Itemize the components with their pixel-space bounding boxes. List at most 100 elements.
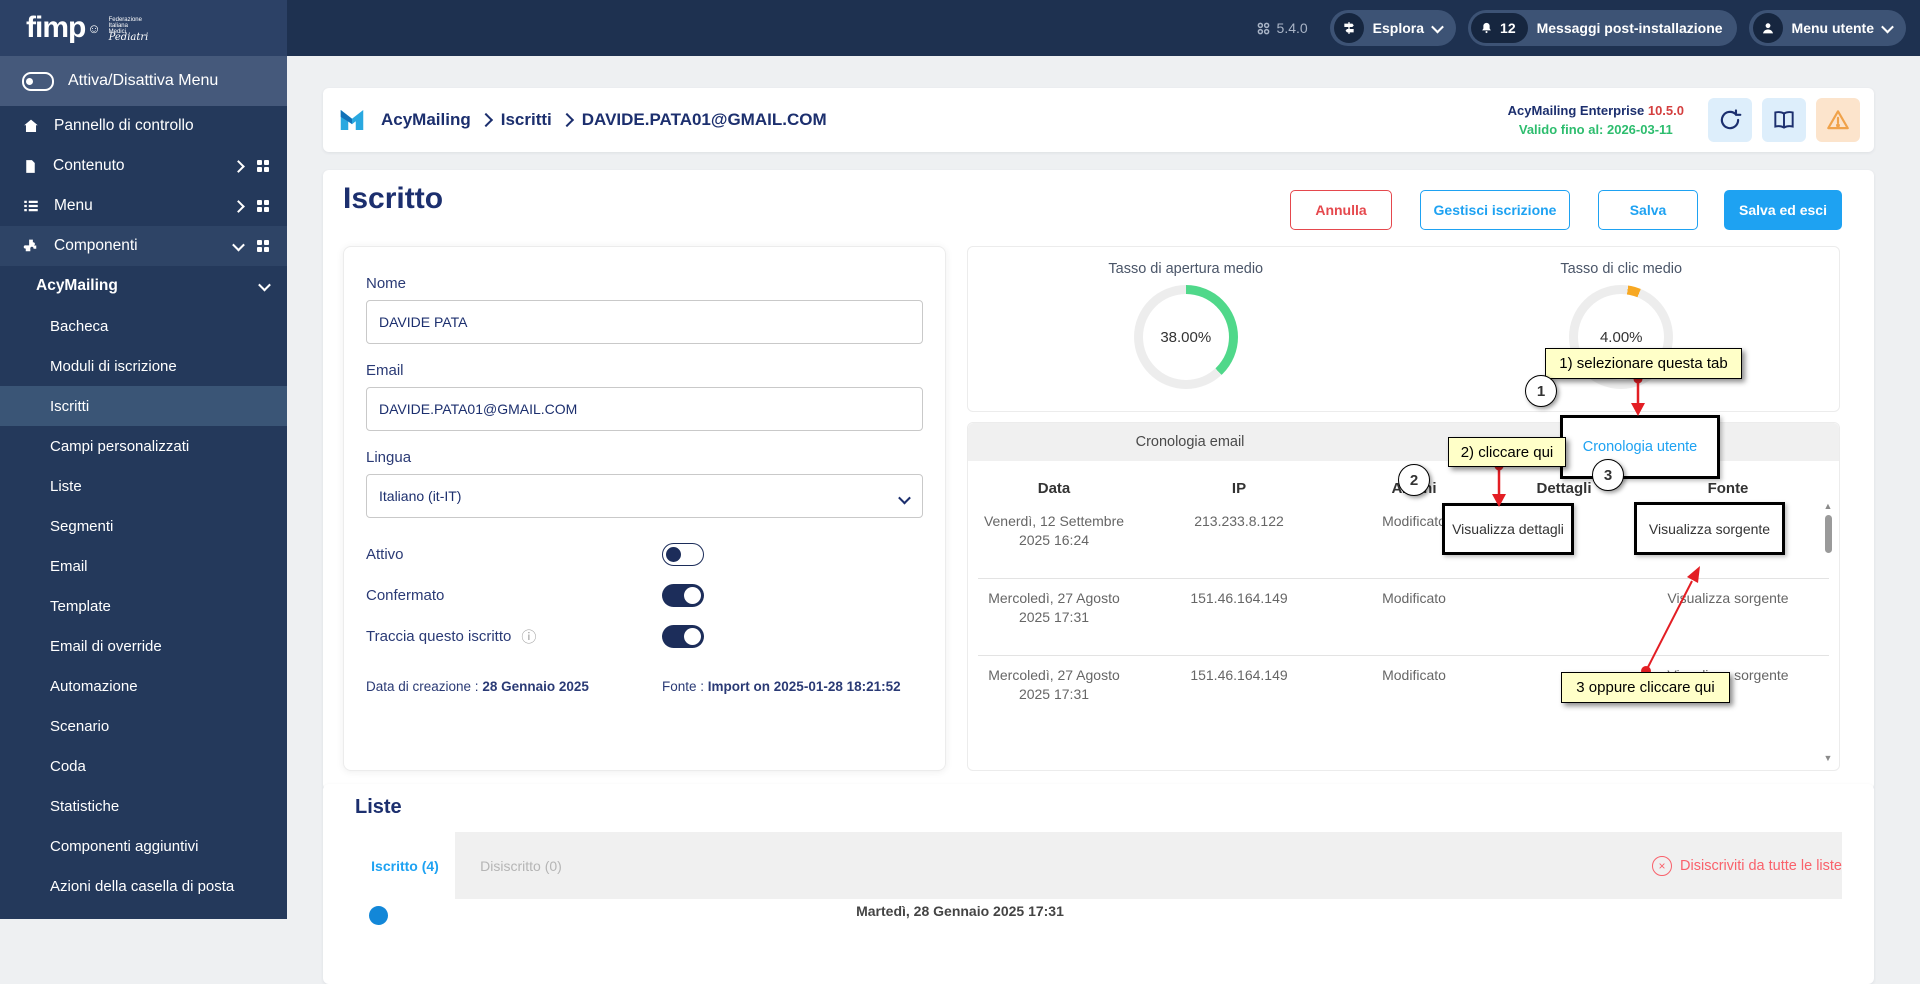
annotation-step-1: 1	[1525, 375, 1557, 407]
explore-menu-button[interactable]: Esplora	[1329, 10, 1457, 46]
acymailing-logo	[337, 105, 367, 135]
tab-cronologia-utente[interactable]: Cronologia utente	[1560, 415, 1720, 479]
sidebar-item-email[interactable]: Email	[0, 546, 287, 586]
language-select[interactable]	[366, 474, 923, 518]
sidebar-item-campi-personalizzati[interactable]: Campi personalizzati	[0, 426, 287, 466]
sidebar-item-azioni-casella-posta[interactable]: Azioni della casella di posta	[0, 866, 287, 906]
documentation-button[interactable]	[1762, 98, 1806, 142]
active-toggle[interactable]	[662, 543, 704, 566]
email-field[interactable]	[366, 387, 923, 431]
table-scrollbar[interactable]: ▲ ▼	[1822, 501, 1834, 763]
warning-button[interactable]	[1816, 98, 1860, 142]
manage-subscription-button[interactable]: Gestisci iscrizione	[1420, 190, 1570, 230]
annotation-callout-2: 2) cliccare qui	[1448, 437, 1566, 467]
notifications-badge: 12	[1471, 13, 1528, 43]
sidebar-item-email-di-override[interactable]: Email di override	[0, 626, 287, 666]
sidebar-item-acymailing[interactable]: AcyMailing	[0, 266, 287, 306]
annotation-step-3: 3	[1592, 459, 1624, 491]
breadcrumb-section-link[interactable]: Iscritti	[501, 110, 552, 130]
chevron-right-icon	[559, 112, 574, 128]
version-label: 5.4.0	[1276, 20, 1308, 36]
open-rate-value: 38.00%	[1160, 328, 1212, 346]
open-rate-donut: 38.00%	[1133, 285, 1238, 389]
sidebar-item-statistiche[interactable]: Statistiche	[0, 786, 287, 826]
document-icon	[22, 158, 39, 175]
annotation-step-2: 2	[1398, 464, 1430, 496]
sidebar-item-coda[interactable]: Coda	[0, 746, 287, 786]
sidebar-item-liste[interactable]: Liste	[0, 466, 287, 506]
tab-iscritto[interactable]: Iscritto (4)	[355, 832, 455, 899]
table-row: Mercoledì, 27 Agosto 2025 17:31 151.46.1…	[968, 579, 1839, 655]
chevron-right-icon	[478, 112, 493, 128]
confirmed-toggle[interactable]	[662, 584, 704, 607]
sidebar-item-contenuto[interactable]: Contenuto	[0, 146, 287, 186]
logo-subtext: Federazione Italiana Medici Pediatri	[108, 16, 149, 43]
column-header-data: Data	[1037, 480, 1071, 497]
toggle-icon	[22, 71, 54, 91]
sidebar-item-pannello-di-controllo[interactable]: Pannello di controllo	[0, 106, 287, 146]
sidebar-item-segmenti[interactable]: Segmenti	[0, 506, 287, 546]
scroll-down-icon[interactable]: ▼	[1824, 753, 1833, 763]
sidebar-item-template[interactable]: Template	[0, 586, 287, 626]
signpost-icon	[1333, 13, 1364, 43]
track-label: Traccia questo iscritto	[366, 628, 512, 645]
chevron-down-icon	[1431, 20, 1444, 33]
scrollbar-thumb[interactable]	[1824, 515, 1832, 553]
click-rate-value: 4.00%	[1599, 328, 1643, 346]
sidebar-item-componenti-aggiuntivi[interactable]: Componenti aggiuntivi	[0, 826, 287, 866]
subscriber-meta: Data di creazione : 28 Gennaio 2025 Font…	[366, 679, 901, 694]
joomla-icon	[1256, 21, 1271, 36]
sidebar-item-automazione[interactable]: Automazione	[0, 666, 287, 706]
breadcrumb: AcyMailing Iscritti DAVIDE.PATA01@GMAIL.…	[381, 110, 827, 130]
messages-count: 12	[1500, 20, 1516, 36]
post-install-messages-button[interactable]: 12 Messaggi post-installazione	[1468, 10, 1737, 46]
chevron-down-icon	[1881, 20, 1894, 33]
annotation-callout-1: 1) selezionare questa tab	[1545, 348, 1742, 379]
view-details-link[interactable]: Visualizza dettagli	[1442, 503, 1574, 555]
bell-icon	[1479, 21, 1494, 36]
sidebar-item-bacheca[interactable]: Bacheca	[0, 306, 287, 346]
sidebar-menu-toggle[interactable]: Attiva/Disattiva Menu	[0, 56, 287, 106]
sidebar-item-componenti[interactable]: Componenti	[0, 226, 287, 266]
refresh-license-button[interactable]	[1708, 98, 1752, 142]
unsubscribe-all-link[interactable]: × Disiscriviti da tutte le liste	[1652, 832, 1842, 899]
user-menu-button[interactable]: Menu utente	[1748, 10, 1906, 46]
track-toggle[interactable]	[662, 625, 704, 648]
column-header-ip: IP	[1231, 480, 1247, 497]
view-source-link[interactable]: Visualizza sorgente	[1634, 502, 1785, 555]
logo-text: fimp	[26, 11, 86, 44]
name-label: Nome	[366, 275, 407, 292]
save-button[interactable]: Salva	[1598, 190, 1698, 230]
scroll-up-icon[interactable]: ▲	[1824, 501, 1833, 511]
cancel-button[interactable]: Annulla	[1290, 190, 1392, 230]
license-info: AcyMailing Enterprise 10.5.0 Valido fino…	[1507, 103, 1684, 137]
sidebar-item-iscritti[interactable]: Iscritti	[0, 386, 287, 426]
breadcrumb-bar: AcyMailing Iscritti DAVIDE.PATA01@GMAIL.…	[323, 88, 1874, 152]
sidebar-item-menu[interactable]: Menu	[0, 186, 287, 226]
lists-title: Liste	[355, 796, 402, 818]
sidebar-item-scenario[interactable]: Scenario	[0, 706, 287, 746]
tab-cronologia-email[interactable]: Cronologia email	[968, 423, 1412, 461]
view-source-link[interactable]: Visualizza sorgente	[1644, 579, 1812, 655]
info-icon[interactable]: ⓘ	[521, 626, 536, 647]
save-and-exit-button[interactable]: Salva ed esci	[1724, 190, 1842, 230]
puzzle-icon	[22, 237, 40, 255]
stats-panel: Tasso di apertura medio 38.00% Tasso di …	[967, 246, 1840, 412]
tab-disiscritto[interactable]: Disiscritto (0)	[466, 832, 576, 899]
explore-label: Esplora	[1372, 20, 1425, 36]
chevron-down-icon	[258, 278, 271, 291]
annotation-callout-3: 3 oppure cliccare qui	[1561, 672, 1730, 703]
name-field[interactable]	[366, 300, 923, 344]
site-logo[interactable]: fimp ☺ Federazione Italiana Medici Pediatri	[0, 0, 287, 56]
page-title: Iscritto	[343, 182, 444, 215]
sidebar-item-moduli-di-iscrizione[interactable]: Moduli di iscrizione	[0, 346, 287, 386]
grid-icon[interactable]	[257, 240, 269, 252]
chevron-down-icon	[232, 238, 245, 251]
breadcrumb-current-item: DAVIDE.PATA01@GMAIL.COM	[581, 110, 827, 129]
chevron-right-icon	[232, 199, 245, 213]
breadcrumb-app-link[interactable]: AcyMailing	[381, 110, 471, 130]
grid-icon[interactable]	[257, 200, 269, 212]
grid-icon[interactable]	[257, 160, 269, 172]
home-icon	[22, 117, 40, 135]
circled-x-icon: ×	[1652, 855, 1673, 876]
